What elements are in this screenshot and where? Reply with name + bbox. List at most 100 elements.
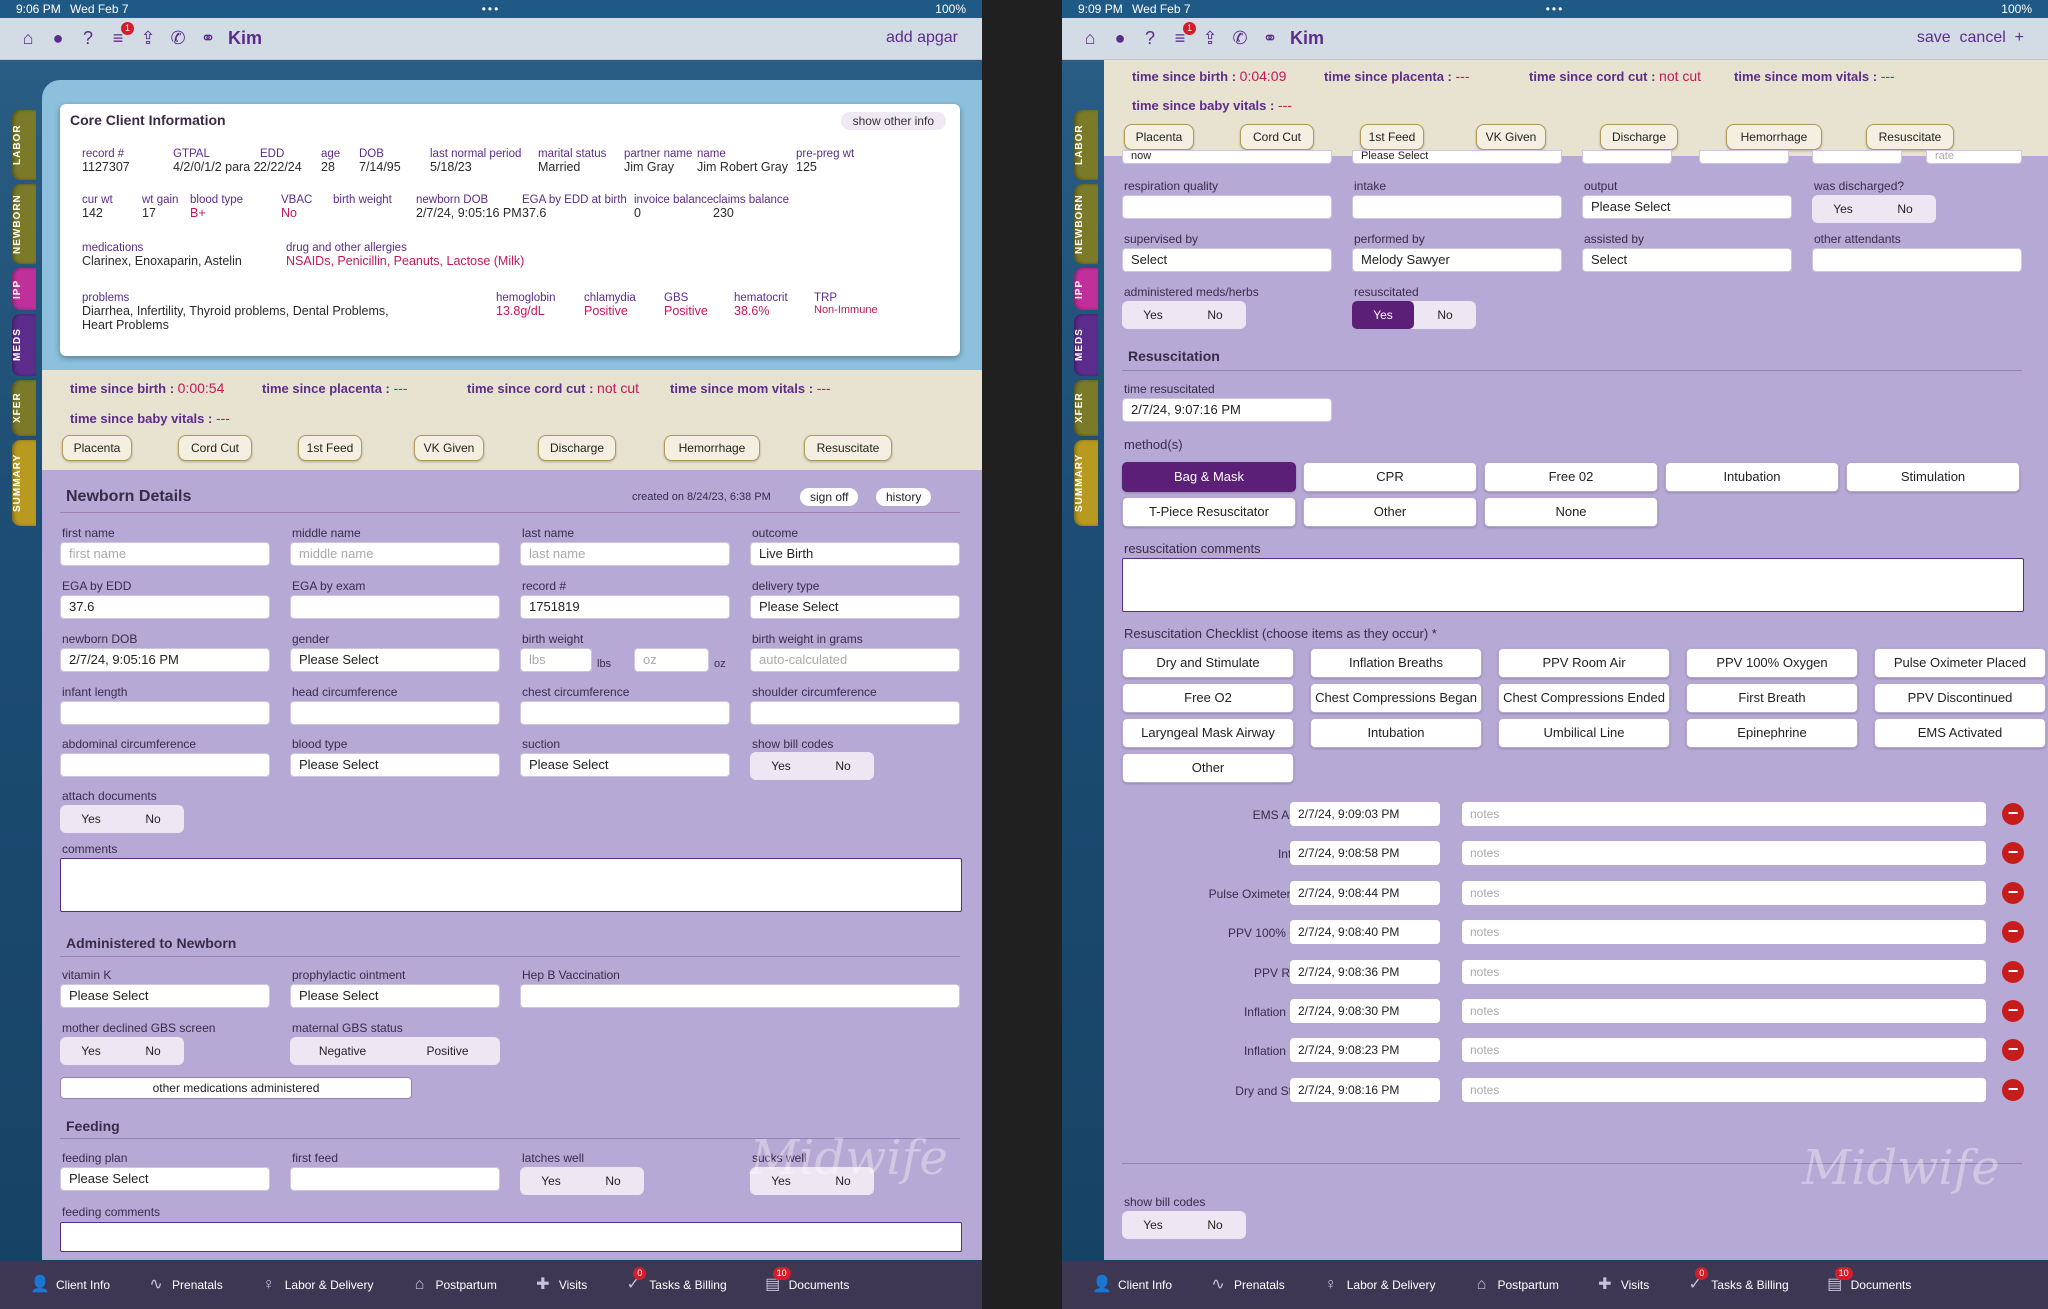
ega-edd-input[interactable]: 37.6 [60,595,270,619]
method-other-button[interactable]: Other [1303,497,1477,527]
first-feed-input[interactable] [290,1167,500,1191]
side-tab-labor[interactable]: LABOR [1074,110,1098,180]
save-cancel-actions[interactable]: save cancel + [1917,29,2024,47]
event-time-input[interactable]: 2/7/24, 9:08:36 PM [1290,959,1440,984]
resuscitation-comments-textarea[interactable] [1122,558,2024,612]
suction-select[interactable]: Please Select [520,753,730,777]
checklist-ppv-100-oxygen-button[interactable]: PPV 100% Oxygen [1686,648,1858,678]
cord-cut-button[interactable]: Cord Cut [1240,124,1314,150]
event-time-input[interactable]: 2/7/24, 9:08:44 PM [1290,880,1440,905]
tab-postpartum[interactable]: ⌂ Postpartum [409,1275,497,1295]
event-notes-input[interactable]: notes [1462,1077,1986,1102]
middle-name-input[interactable]: middle name [290,542,500,566]
multitask-dots[interactable]: ••• [1546,0,1565,18]
shoulder-circumference-input[interactable] [750,701,960,725]
placenta-button[interactable]: Placenta [62,435,132,461]
gbs-screen-toggle[interactable]: Yes No [60,1037,184,1065]
event-notes-input[interactable]: notes [1462,959,1986,984]
gender-select[interactable]: Please Select [290,648,500,672]
checklist-first-breath-button[interactable]: First Breath [1686,683,1858,713]
alerts-icon[interactable]: ≡ 1 [108,22,134,48]
attach-documents-toggle[interactable]: Yes No [60,805,184,833]
bill-codes-toggle[interactable]: Yes No [750,752,874,780]
chest-circumference-input[interactable] [520,701,730,725]
checklist-chest-compressions-ended-button[interactable]: Chest Compressions Ended [1498,683,1670,713]
method-stimulation-button[interactable]: Stimulation [1846,462,2020,492]
rate-input[interactable]: rate [1926,150,2022,164]
feeding-comments-textarea[interactable] [60,1222,962,1252]
performed-by-select[interactable]: Melody Sawyer [1352,248,1562,272]
event-time-input[interactable]: 2/7/24, 9:08:23 PM [1290,1038,1440,1063]
checklist-intubation-button[interactable]: Intubation [1310,718,1482,748]
head-circumference-input[interactable] [290,701,500,725]
checklist-pulse-oximeter-placed-button[interactable]: Pulse Oximeter Placed [1874,648,2046,678]
event-notes-input[interactable]: notes [1462,1038,1986,1063]
tab-prenatals[interactable]: ∿ Prenatals [146,1275,222,1295]
tab-labor-delivery[interactable]: ♀ Labor & Delivery [259,1275,374,1295]
hemorrhage-button[interactable]: Hemorrhage [1726,124,1822,150]
sign-off-button[interactable]: sign off [800,488,859,506]
delivery-type-select[interactable]: Please Select [750,595,960,619]
hep-b-input[interactable] [520,984,960,1008]
checklist-chest-compressions-began-button[interactable]: Chest Compressions Began [1310,683,1482,713]
vitamin-k-select[interactable]: Please Select [60,984,270,1008]
other-attendants-input[interactable] [1812,248,2022,272]
no-option[interactable]: No [1414,301,1476,329]
checklist-inflation-breaths-button[interactable]: Inflation Breaths [1310,648,1482,678]
hemorrhage-button[interactable]: Hemorrhage [664,435,760,461]
remove-icon[interactable]: − [2002,960,2024,983]
tab-labor-delivery[interactable]: ♀ Labor & Delivery [1321,1275,1436,1295]
link-icon[interactable]: ⚭ [1260,28,1280,48]
add-apgar-link[interactable]: add apgar [886,29,958,47]
method-free-02-button[interactable]: Free 02 [1484,462,1658,492]
side-tab-labor[interactable]: LABOR [12,110,36,180]
no-option[interactable]: No [1184,301,1246,329]
yes-option[interactable]: Yes [1352,301,1414,329]
1st-feed-button[interactable]: 1st Feed [1360,124,1424,150]
ega-exam-input[interactable] [290,595,500,619]
checklist-free-o2-button[interactable]: Free O2 [1122,683,1294,713]
yes-option[interactable]: Yes [1812,195,1874,223]
no-option[interactable]: No [122,805,184,833]
tab-postpartum[interactable]: ⌂ Postpartum [1471,1275,1559,1295]
tab-tasks-billing[interactable]: ✓ 0 Tasks & Billing [623,1267,727,1295]
link-icon[interactable]: ⚭ [198,28,218,48]
partial-input[interactable] [1582,150,1672,164]
share-icon[interactable]: ⇪ [138,28,158,48]
outcome-select[interactable]: Live Birth [750,542,960,566]
yes-option[interactable]: Yes [60,1037,122,1065]
output-select[interactable]: Please Select [1582,195,1792,219]
tab-client-info[interactable]: 👤 Client Info [1092,1275,1172,1295]
intake-input[interactable] [1352,195,1562,219]
newborn-dob-input[interactable]: 2/7/24, 9:05:16 PM [60,648,270,672]
tab-documents[interactable]: ▤ 10 Documents [763,1267,849,1295]
yes-option[interactable]: Yes [750,752,812,780]
cord-cut-button[interactable]: Cord Cut [178,435,252,461]
supervised-by-select[interactable]: Select [1122,248,1332,272]
event-time-input[interactable]: 2/7/24, 9:08:40 PM [1290,920,1440,945]
chat-icon[interactable]: ● [48,28,68,48]
lbs-input[interactable]: lbs [520,648,592,672]
prophylactic-ointment-select[interactable]: Please Select [290,984,500,1008]
blood-type-select[interactable]: Please Select [290,753,500,777]
side-tab-ipp[interactable]: IPP [12,268,36,310]
method-cpr-button[interactable]: CPR [1303,462,1477,492]
discharge-button[interactable]: Discharge [1600,124,1678,150]
help-icon[interactable]: ? [78,28,98,48]
resuscitated-toggle[interactable]: Yes No [1352,301,1476,329]
side-tab-meds[interactable]: MEDS [1074,314,1098,376]
partial-select[interactable]: Please Select [1352,150,1562,164]
alerts-icon[interactable]: ≡ 1 [1170,22,1196,48]
home-icon[interactable]: ⌂ [18,28,38,48]
event-time-input[interactable]: 2/7/24, 9:08:30 PM [1290,999,1440,1023]
negative-option[interactable]: Negative [290,1037,395,1065]
yes-option[interactable]: Yes [1122,301,1184,329]
tab-prenatals[interactable]: ∿ Prenatals [1208,1275,1284,1295]
side-tab-summary[interactable]: SUMMARY [1074,440,1098,526]
vk-given-button[interactable]: VK Given [414,435,484,461]
side-tab-xfer[interactable]: XFER [1074,380,1098,436]
help-icon[interactable]: ? [1140,28,1160,48]
side-tab-newborn[interactable]: NEWBORN [12,184,36,264]
event-time-input[interactable]: 2/7/24, 9:08:16 PM [1290,1077,1440,1102]
checklist-ppv-room-air-button[interactable]: PPV Room Air [1498,648,1670,678]
